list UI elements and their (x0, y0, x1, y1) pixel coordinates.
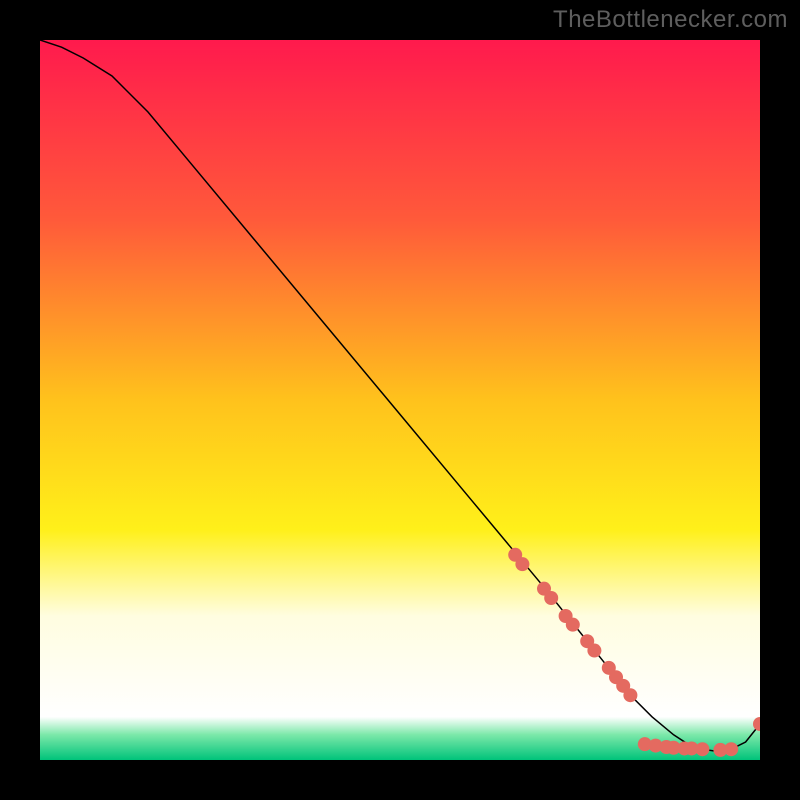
watermark-text: TheBottlenecker.com (553, 6, 788, 34)
data-marker (724, 742, 738, 756)
data-marker (544, 591, 558, 605)
data-marker (623, 688, 637, 702)
gradient-background (40, 40, 760, 760)
data-marker (566, 618, 580, 632)
plot-area (40, 40, 760, 760)
chart-svg (40, 40, 760, 760)
chart-stage: TheBottlenecker.com (0, 0, 800, 800)
data-marker (515, 557, 529, 571)
data-marker (587, 644, 601, 658)
data-marker (695, 742, 709, 756)
